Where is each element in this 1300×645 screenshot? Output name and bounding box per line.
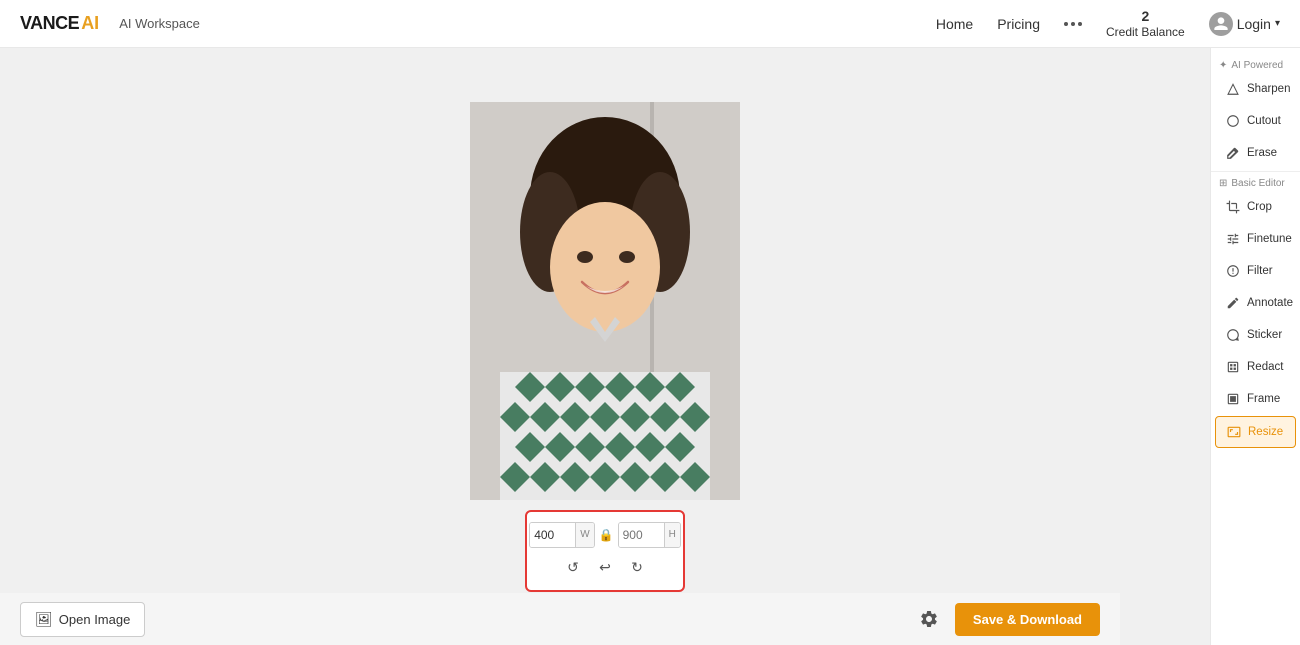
open-image-button[interactable]: 🖼 Open Image — [20, 602, 145, 637]
resize-undo-btn[interactable]: ↩ — [593, 556, 617, 580]
open-image-label: Open Image — [59, 612, 131, 627]
sticker-label: Sticker — [1247, 329, 1282, 341]
photo-overlay — [470, 102, 740, 500]
sharpen-icon — [1225, 81, 1241, 97]
login-area[interactable]: Login ▾ — [1209, 12, 1280, 36]
width-label: W — [575, 523, 593, 547]
basic-editor-label: Basic Editor — [1231, 178, 1284, 189]
logo[interactable]: VANCE AI — [20, 13, 99, 34]
erase-label: Erase — [1247, 147, 1277, 159]
sidebar-item-erase[interactable]: Erase — [1215, 138, 1296, 168]
sidebar-divider — [1211, 171, 1300, 172]
resize-inputs-row: W 🔒 H — [529, 522, 681, 548]
sidebar-item-resize[interactable]: Resize — [1215, 416, 1296, 448]
cutout-icon — [1225, 113, 1241, 129]
sidebar-item-sticker[interactable]: Sticker — [1215, 320, 1296, 350]
sticker-icon — [1225, 327, 1241, 343]
sidebar-item-frame[interactable]: Frame — [1215, 384, 1296, 414]
sidebar-item-annotate[interactable]: Annotate — [1215, 288, 1296, 318]
preview-image — [470, 102, 740, 500]
nav-more-dots[interactable] — [1064, 22, 1082, 26]
logo-vance-text: VANCE — [20, 13, 79, 34]
erase-icon — [1225, 145, 1241, 161]
crop-label: Crop — [1247, 201, 1272, 213]
resize-label: Resize — [1248, 426, 1283, 438]
header: VANCE AI AI Workspace Home Pricing 2 Cre… — [0, 0, 1300, 48]
image-container — [470, 102, 740, 500]
sidebar-item-cutout[interactable]: Cutout — [1215, 106, 1296, 136]
annotate-label: Annotate — [1247, 297, 1293, 309]
header-nav: Home Pricing 2 Credit Balance Login ▾ — [936, 7, 1280, 41]
resize-reset-btn[interactable]: ↺ — [561, 556, 585, 580]
dot-2 — [1071, 22, 1075, 26]
filter-icon — [1225, 263, 1241, 279]
height-input-group: H — [618, 522, 681, 548]
resize-actions-row: ↺ ↩ ↻ — [561, 556, 649, 580]
frame-icon — [1225, 391, 1241, 407]
cutout-label: Cutout — [1247, 115, 1281, 127]
right-bottom-actions: Save & Download — [913, 603, 1100, 636]
redact-icon — [1225, 359, 1241, 375]
sidebar-item-crop[interactable]: Crop — [1215, 192, 1296, 222]
resize-icon — [1226, 424, 1242, 440]
settings-icon-btn[interactable] — [913, 603, 945, 635]
ai-powered-label: AI Powered — [1231, 60, 1283, 71]
workspace-label: AI Workspace — [119, 16, 200, 31]
height-input[interactable] — [619, 522, 664, 548]
filter-label: Filter — [1247, 265, 1273, 277]
sidebar-item-filter[interactable]: Filter — [1215, 256, 1296, 286]
sidebar-item-finetune[interactable]: Finetune — [1215, 224, 1296, 254]
width-input[interactable] — [530, 522, 575, 548]
basic-editor-section-label: ⊞ Basic Editor — [1211, 174, 1300, 191]
login-avatar-icon — [1209, 12, 1233, 36]
save-download-button[interactable]: Save & Download — [955, 603, 1100, 636]
logo-ai-text: AI — [81, 13, 99, 34]
canvas-area: W 🔒 H ↺ ↩ ↻ 🖼 Open Image — [0, 48, 1210, 645]
sharpen-label: Sharpen — [1247, 83, 1290, 95]
bottom-bar: 🖼 Open Image Save & Download — [0, 593, 1120, 645]
sidebar-item-redact[interactable]: Redact — [1215, 352, 1296, 382]
finetune-label: Finetune — [1247, 233, 1292, 245]
nav-pricing[interactable]: Pricing — [997, 16, 1040, 32]
crop-icon — [1225, 199, 1241, 215]
credit-balance: 2 Credit Balance — [1106, 7, 1185, 41]
sidebar-item-sharpen[interactable]: Sharpen — [1215, 74, 1296, 104]
width-input-group: W — [529, 522, 594, 548]
right-sidebar: ✦ AI Powered Sharpen Cutout Erase ⊞ Basi… — [1210, 48, 1300, 645]
annotate-icon — [1225, 295, 1241, 311]
image-icon: 🖼 — [35, 611, 53, 628]
dot-3 — [1078, 22, 1082, 26]
login-label: Login — [1237, 16, 1271, 32]
ai-powered-section-label: ✦ AI Powered — [1211, 56, 1300, 73]
dot-1 — [1064, 22, 1068, 26]
resize-control-panel: W 🔒 H ↺ ↩ ↻ — [525, 510, 685, 592]
ai-powered-star-icon: ✦ — [1219, 60, 1227, 71]
finetune-icon — [1225, 231, 1241, 247]
basic-editor-grid-icon: ⊞ — [1219, 178, 1227, 189]
resize-redo-btn[interactable]: ↻ — [625, 556, 649, 580]
login-chevron-icon: ▾ — [1275, 18, 1280, 29]
redact-label: Redact — [1247, 361, 1283, 373]
credit-label: Credit Balance — [1106, 25, 1185, 41]
credit-amount: 2 — [1141, 7, 1149, 25]
lock-icon[interactable]: 🔒 — [599, 528, 614, 542]
frame-label: Frame — [1247, 393, 1280, 405]
nav-home[interactable]: Home — [936, 16, 973, 32]
main-layout: W 🔒 H ↺ ↩ ↻ 🖼 Open Image — [0, 48, 1300, 645]
height-label: H — [664, 523, 680, 547]
